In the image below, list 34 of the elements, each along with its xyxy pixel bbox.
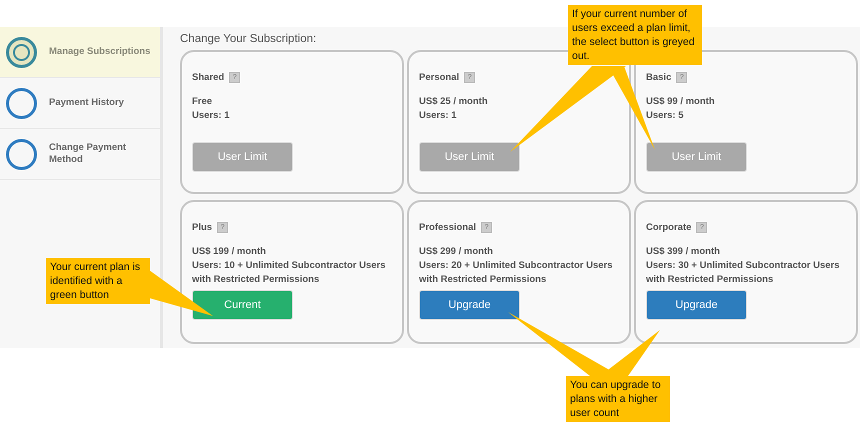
plan-button[interactable]: User Limit bbox=[646, 142, 747, 172]
section-title: Change Your Subscription: bbox=[180, 33, 316, 45]
plan-price: US$ 99 / month bbox=[646, 95, 716, 109]
plan-button[interactable]: Current bbox=[192, 290, 293, 320]
plan-users: Users: 1 bbox=[419, 109, 458, 123]
plan-button[interactable]: User Limit bbox=[419, 142, 520, 172]
plan-price: US$ 199 / month bbox=[192, 245, 267, 259]
callout-note: You can upgrade to plans with a higher user count bbox=[566, 376, 670, 422]
plan-button[interactable]: Upgrade bbox=[646, 290, 747, 320]
plan-button[interactable]: User Limit bbox=[192, 142, 293, 172]
plan-button[interactable]: Upgrade bbox=[419, 290, 520, 320]
callout-pointer bbox=[149, 270, 213, 316]
plan-price: Free bbox=[192, 95, 214, 109]
plan-name: Plus bbox=[192, 222, 212, 233]
plan-name: Basic bbox=[646, 72, 672, 83]
step-circle-icon bbox=[6, 88, 37, 118]
plan-users: Users: 1 bbox=[192, 109, 230, 123]
step-circle-icon bbox=[6, 138, 37, 170]
plan-name: Professional bbox=[419, 222, 476, 233]
plan-users: Users: 30 + Unlimited Subcontractor Users with Restricted Permissions bbox=[646, 259, 840, 287]
plan-price: US$ 299 / month bbox=[419, 245, 494, 259]
plan-price: US$ 25 / month bbox=[419, 95, 489, 109]
sidebar-item[interactable]: Change Payment Method bbox=[0, 129, 160, 180]
step-circle-icon bbox=[6, 36, 37, 68]
sidebar-item[interactable]: Payment History bbox=[0, 78, 160, 129]
plan-users: Users: 5 bbox=[646, 109, 684, 123]
plan-name: Shared bbox=[192, 72, 224, 83]
callout-note: Your current plan is identified with a green button bbox=[46, 258, 150, 304]
plan-price: US$ 399 / month bbox=[646, 245, 721, 259]
plan-users: Users: 10 + Unlimited Subcontractor Users with Restricted Permissions bbox=[192, 259, 386, 287]
sidebar-item[interactable]: Manage Subscriptions bbox=[0, 27, 160, 78]
plan-name: Corporate bbox=[646, 222, 692, 233]
plan-users: Users: 20 + Unlimited Subcontractor Users with Restricted Permissions bbox=[419, 259, 614, 287]
plan-name: Personal bbox=[419, 72, 460, 83]
